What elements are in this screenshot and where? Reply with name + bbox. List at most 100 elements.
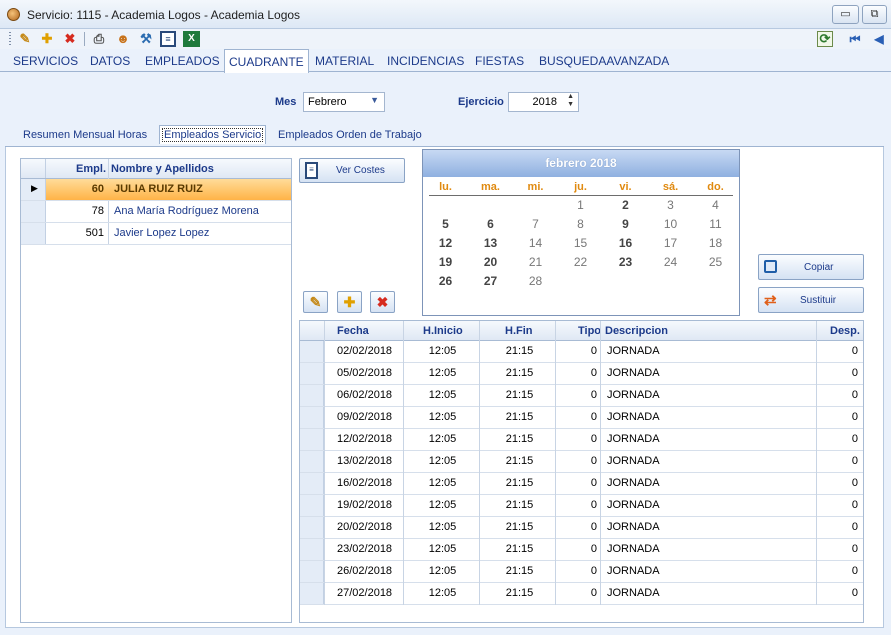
edit-button[interactable]: ✎ [303, 291, 328, 313]
cell-fecha: 26/02/2018 [337, 565, 393, 577]
add-button[interactable]: ✚ [337, 291, 362, 313]
table-row[interactable]: 16/02/2018 12:05 21:15 0 JORNADA 0 [300, 473, 863, 495]
delete-icon[interactable]: ✖ [61, 30, 79, 48]
previous-record-icon[interactable]: ◀ [870, 30, 888, 48]
month-calendar: febrero 2018 lu. ma. mi. ju. vi. sá. do.… [422, 149, 740, 316]
column-header-hfin[interactable]: H.Fin [505, 325, 533, 337]
add-icon[interactable]: ✚ [38, 30, 56, 48]
table-row[interactable]: 06/02/2018 12:05 21:15 0 JORNADA 0 [300, 385, 863, 407]
table-row[interactable]: 13/02/2018 12:05 21:15 0 JORNADA 0 [300, 451, 863, 473]
cell-desp: 0 [851, 565, 858, 577]
calendar-day[interactable]: 9 [603, 217, 648, 231]
calendar-day[interactable]: 27 [468, 274, 513, 288]
column-header-tipo[interactable]: Tipo [578, 325, 601, 337]
employee-id: 78 [91, 205, 104, 217]
calendar-day[interactable]: 16 [603, 236, 648, 250]
cell-hinicio: 12:05 [428, 565, 457, 577]
calendar-day[interactable]: 26 [423, 274, 468, 288]
column-header-fecha[interactable]: Fecha [337, 325, 369, 337]
calendar-day[interactable]: 1 [558, 198, 603, 212]
calendar-day[interactable]: 6 [468, 217, 513, 231]
sustituir-button[interactable]: ⇄ Sustituir [758, 287, 864, 313]
calendar-day[interactable]: 12 [423, 236, 468, 250]
calendar-day[interactable]: 7 [513, 217, 558, 231]
ejercicio-label: Ejercicio [458, 96, 504, 108]
subtab-empleados-servicio[interactable]: Empleados Servicio [159, 125, 267, 144]
table-row[interactable]: 02/02/2018 12:05 21:15 0 JORNADA 0 [300, 341, 863, 363]
calendar-day[interactable]: 11 [693, 217, 738, 231]
edit-icon[interactable]: ✎ [16, 30, 34, 48]
worker-icon[interactable]: ⚒ [137, 30, 155, 48]
calendar-day[interactable]: 22 [558, 255, 603, 269]
calendar-day[interactable]: 20 [468, 255, 513, 269]
calendar-day[interactable]: 19 [423, 255, 468, 269]
calendar-day[interactable]: 2 [603, 198, 648, 212]
user-icon[interactable]: ☻ [114, 30, 132, 48]
calendar-day[interactable]: 17 [648, 236, 693, 250]
mes-select[interactable]: Febrero ▼ [303, 92, 385, 112]
table-row[interactable]: 09/02/2018 12:05 21:15 0 JORNADA 0 [300, 407, 863, 429]
tab-cuadrante[interactable]: CUADRANTE [224, 49, 309, 73]
ver-costes-label: Ver Costes [336, 165, 385, 176]
column-header-empl[interactable]: Empl. [46, 163, 106, 175]
calendar-day[interactable]: 21 [513, 255, 558, 269]
calendar-day[interactable]: 15 [558, 236, 603, 250]
column-header-hinicio[interactable]: H.Inicio [423, 325, 463, 337]
copiar-button[interactable]: Copiar [758, 254, 864, 280]
subtab-empleados-orden-trabajo[interactable]: Empleados Orden de Trabajo [278, 129, 422, 141]
tab-empleados[interactable]: EMPLEADOS [145, 54, 220, 68]
subtab-resumen-mensual-horas[interactable]: Resumen Mensual Horas [23, 129, 147, 141]
refresh-icon[interactable]: ⟳ [817, 31, 833, 47]
ver-costes-button[interactable]: ≡ Ver Costes [299, 158, 405, 183]
spinner-arrows-icon[interactable]: ▲ ▼ [567, 93, 574, 109]
tab-material[interactable]: MATERIAL [315, 54, 374, 68]
calendar-day[interactable]: 14 [513, 236, 558, 250]
table-row[interactable]: 23/02/2018 12:05 21:15 0 JORNADA 0 [300, 539, 863, 561]
table-row[interactable]: 05/02/2018 12:05 21:15 0 JORNADA 0 [300, 363, 863, 385]
calendar-day[interactable]: 8 [558, 217, 603, 231]
calendar-day[interactable]: 18 [693, 236, 738, 250]
tab-incidencias[interactable]: INCIDENCIAS [387, 54, 464, 68]
column-header-descripcion[interactable]: Descripcion [605, 325, 668, 337]
tab-fiestas[interactable]: FIESTAS [475, 54, 524, 68]
print-icon[interactable]: ⎙ [90, 30, 108, 48]
cell-desp: 0 [851, 477, 858, 489]
table-row[interactable]: 501 Javier Lopez Lopez [21, 223, 291, 245]
calendar-day[interactable]: 24 [648, 255, 693, 269]
table-row[interactable]: 26/02/2018 12:05 21:15 0 JORNADA 0 [300, 561, 863, 583]
tab-servicios[interactable]: SERVICIOS [13, 54, 78, 68]
cell-hinicio: 12:05 [428, 543, 457, 555]
first-record-icon[interactable]: ⏮ [846, 30, 864, 48]
cell-tipo: 0 [590, 367, 597, 379]
table-row[interactable]: 78 Ana María Rodríguez Morena [21, 201, 291, 223]
column-header-desp[interactable]: Desp. [830, 325, 860, 337]
table-row[interactable]: 12/02/2018 12:05 21:15 0 JORNADA 0 [300, 429, 863, 451]
cell-descripcion: JORNADA [607, 587, 660, 599]
calendar-day[interactable]: 13 [468, 236, 513, 250]
restore-button[interactable]: ⧉ [862, 5, 887, 24]
column-header-nombre[interactable]: Nombre y Apellidos [111, 163, 281, 175]
excel-icon[interactable]: X [183, 31, 200, 47]
table-row[interactable]: 19/02/2018 12:05 21:15 0 JORNADA 0 [300, 495, 863, 517]
tab-datos[interactable]: DATOS [90, 54, 130, 68]
delete-button[interactable]: ✖ [370, 291, 395, 313]
row-indicator [21, 223, 46, 244]
calendar-day[interactable]: 4 [693, 198, 738, 212]
calendar-day[interactable]: 23 [603, 255, 648, 269]
calendar-day[interactable]: 25 [693, 255, 738, 269]
table-row[interactable]: 20/02/2018 12:05 21:15 0 JORNADA 0 [300, 517, 863, 539]
ejercicio-spinner[interactable]: 2018 ▲ ▼ [508, 92, 579, 112]
table-row[interactable]: ▶ 60 JULIA RUIZ RUIZ [21, 179, 291, 201]
calendar-day[interactable]: 5 [423, 217, 468, 231]
cell-fecha: 20/02/2018 [337, 521, 393, 533]
calendar-day[interactable]: 3 [648, 198, 693, 212]
cell-hfin: 21:15 [505, 367, 534, 379]
copy-icon [764, 260, 777, 273]
table-row[interactable]: 27/02/2018 12:05 21:15 0 JORNADA 0 [300, 583, 863, 605]
calendar-day[interactable]: 28 [513, 274, 558, 288]
minimize-button[interactable]: ▭ [832, 5, 859, 24]
chevron-down-icon[interactable]: ▼ [370, 95, 379, 105]
calendar-day[interactable]: 10 [648, 217, 693, 231]
document-icon[interactable]: ≡ [160, 31, 176, 47]
tab-busquedaavanzada[interactable]: BUSQUEDAAVANZADA [539, 54, 669, 68]
